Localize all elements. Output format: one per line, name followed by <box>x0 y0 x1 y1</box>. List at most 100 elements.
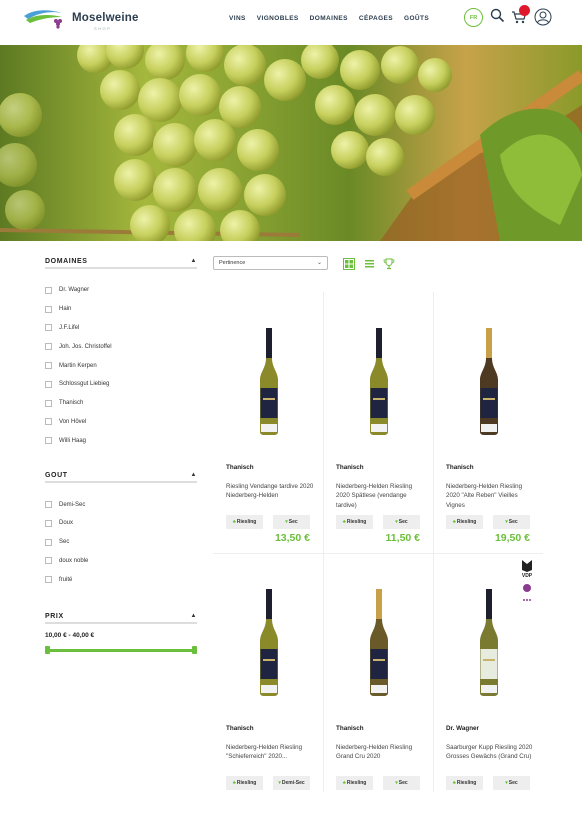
product-card[interactable]: Thanisch Niederberg-Helden Riesling "Schi… <box>213 553 323 813</box>
wine-bottle-image <box>370 589 388 696</box>
checkbox[interactable] <box>45 501 52 509</box>
checkbox[interactable] <box>45 399 52 407</box>
glass-icon: ▾ <box>285 519 288 525</box>
taste-tag-label: Sec <box>508 519 518 525</box>
product-card[interactable]: Thanisch Niederberg-Helden Riesling Grand… <box>323 553 433 813</box>
product-name[interactable]: Riesling Vendange tardive 2020 Niederber… <box>226 482 316 501</box>
grape-tag[interactable]: ♣ Riesling <box>226 776 263 790</box>
grape-tag[interactable]: ♣ Riesling <box>336 776 373 790</box>
checkbox[interactable] <box>45 343 52 351</box>
filter-option[interactable]: Von Hövel <box>45 413 197 432</box>
product-producer: Thanisch <box>446 464 474 471</box>
product-name[interactable]: Saarburger Kupp Riesling 2020 Grosses Ge… <box>446 743 536 762</box>
taste-tag[interactable]: ▾ Sec <box>383 515 420 529</box>
filter-option[interactable]: Joh. Jos. Christoffel <box>45 337 197 356</box>
trophy-icon[interactable] <box>383 258 395 270</box>
filter-prix-header[interactable]: PRIX ▲ <box>45 610 197 625</box>
grid-view-icon[interactable] <box>343 258 355 270</box>
product-name[interactable]: Niederberg-Helden Riesling 2020 "Alte Re… <box>446 482 536 510</box>
price-range-slider[interactable] <box>45 646 197 655</box>
glass-icon: ▾ <box>505 780 508 786</box>
chevron-up-icon[interactable]: ▲ <box>190 613 197 619</box>
slider-handle-max[interactable] <box>192 646 197 655</box>
glass-icon: ▾ <box>395 519 398 525</box>
product-producer: Thanisch <box>336 464 364 471</box>
filter-option-label: Thanisch <box>59 400 84 407</box>
filter-option[interactable]: J.F.Lifel <box>45 319 197 338</box>
filter-option[interactable]: Doux <box>45 514 197 533</box>
taste-tag[interactable]: ▾ Sec <box>273 515 310 529</box>
chevron-up-icon[interactable]: ▲ <box>190 258 197 264</box>
filter-option[interactable]: Dr. Wagner <box>45 281 197 300</box>
filter-option-label: Demi-Sec <box>59 501 86 508</box>
taste-tag[interactable]: ▾ Sec <box>383 776 420 790</box>
filter-option[interactable]: Martin Kerpen <box>45 356 197 375</box>
chevron-up-icon[interactable]: ▲ <box>190 472 197 478</box>
taste-tag-label: Demi-Sec <box>281 780 305 786</box>
product-producer: Thanisch <box>226 464 254 471</box>
filter-option[interactable]: Thanisch <box>45 394 197 413</box>
grape-tag[interactable]: ♣ Riesling <box>446 515 483 529</box>
filter-option-label: doux noble <box>59 557 89 564</box>
search-icon[interactable] <box>490 8 505 23</box>
grape-tag[interactable]: ♣ Riesling <box>446 776 483 790</box>
filter-option-label: Willi Haag <box>59 437 87 444</box>
filter-option-label: fruité <box>59 576 73 583</box>
filter-option[interactable]: Demi-Sec <box>45 495 197 514</box>
account-icon[interactable] <box>534 8 552 26</box>
product-card[interactable]: Thanisch Niederberg-Helden Riesling 2020 … <box>323 292 433 552</box>
checkbox[interactable] <box>45 557 52 565</box>
nav-item-vignobles[interactable]: VIGNOBLES <box>257 15 299 22</box>
checkbox[interactable] <box>45 286 52 294</box>
logo[interactable]: Moselweine SHOP <box>22 7 139 31</box>
slider-handle-min[interactable] <box>45 646 50 655</box>
filter-option[interactable]: doux noble <box>45 552 197 571</box>
checkbox[interactable] <box>45 418 52 426</box>
product-producer: Thanisch <box>226 725 254 732</box>
filter-option-label: J.F.Lifel <box>59 324 80 331</box>
grape-tag[interactable]: ♣ Riesling <box>226 515 263 529</box>
filter-option[interactable]: Sec <box>45 533 197 552</box>
grape-icon: ♣ <box>452 519 456 525</box>
product-name[interactable]: Niederberg-Helden Riesling 2020 Spätlese… <box>336 482 426 510</box>
filter-domaines-header[interactable]: DOMAINES ▲ <box>45 255 197 269</box>
filter-option[interactable]: Hain <box>45 300 197 319</box>
checkbox[interactable] <box>45 324 52 332</box>
taste-tag-label: Sec <box>398 780 408 786</box>
checkbox[interactable] <box>45 576 52 584</box>
glass-icon: ▾ <box>505 519 508 525</box>
taste-tag-label: Sec <box>398 519 408 525</box>
list-view-icon[interactable] <box>364 258 375 269</box>
checkbox[interactable] <box>45 538 52 546</box>
language-button[interactable]: FR <box>464 8 483 27</box>
grape-tag-label: Riesling <box>346 519 367 525</box>
nav-item-domaines[interactable]: DOMAINES <box>310 15 348 22</box>
product-card[interactable]: Thanisch Niederberg-Helden Riesling 2020 … <box>433 292 543 552</box>
taste-tag[interactable]: ▾ Sec <box>493 515 530 529</box>
product-name[interactable]: Niederberg-Helden Riesling "Schieferreic… <box>226 743 316 762</box>
hero-grapes-image <box>0 45 582 241</box>
checkbox[interactable] <box>45 305 52 313</box>
taste-tag[interactable]: ▾ Demi-Sec <box>273 776 310 790</box>
filter-gout-header[interactable]: GOUT ▲ <box>45 469 197 484</box>
sort-select[interactable]: Pertinence ⌄ <box>213 256 328 270</box>
product-card[interactable]: Thanisch Riesling Vendange tardive 2020 N… <box>213 292 323 552</box>
nav-item-vins[interactable]: VINS <box>229 15 246 22</box>
filter-option[interactable]: Willi Haag <box>45 431 197 450</box>
sort-select-value: Pertinence <box>219 260 246 266</box>
checkbox[interactable] <box>45 362 52 370</box>
vdp-eagle-logo-icon <box>522 560 532 601</box>
filter-option[interactable]: Schlossgut Liebieg <box>45 375 197 394</box>
checkbox[interactable] <box>45 380 52 388</box>
checkbox[interactable] <box>45 437 52 445</box>
filter-gout-title: GOUT <box>45 471 68 479</box>
taste-tag[interactable]: ▾ Sec <box>493 776 530 790</box>
product-name[interactable]: Niederberg-Helden Riesling Grand Cru 202… <box>336 743 426 762</box>
filter-option[interactable]: fruité <box>45 570 197 589</box>
nav-item-cepages[interactable]: CÉPAGES <box>359 15 393 22</box>
grape-icon: ♣ <box>342 780 346 786</box>
nav-item-gouts[interactable]: GOÛTS <box>404 15 429 22</box>
glass-icon: ▾ <box>395 780 398 786</box>
grape-tag[interactable]: ♣ Riesling <box>336 515 373 529</box>
checkbox[interactable] <box>45 519 52 527</box>
